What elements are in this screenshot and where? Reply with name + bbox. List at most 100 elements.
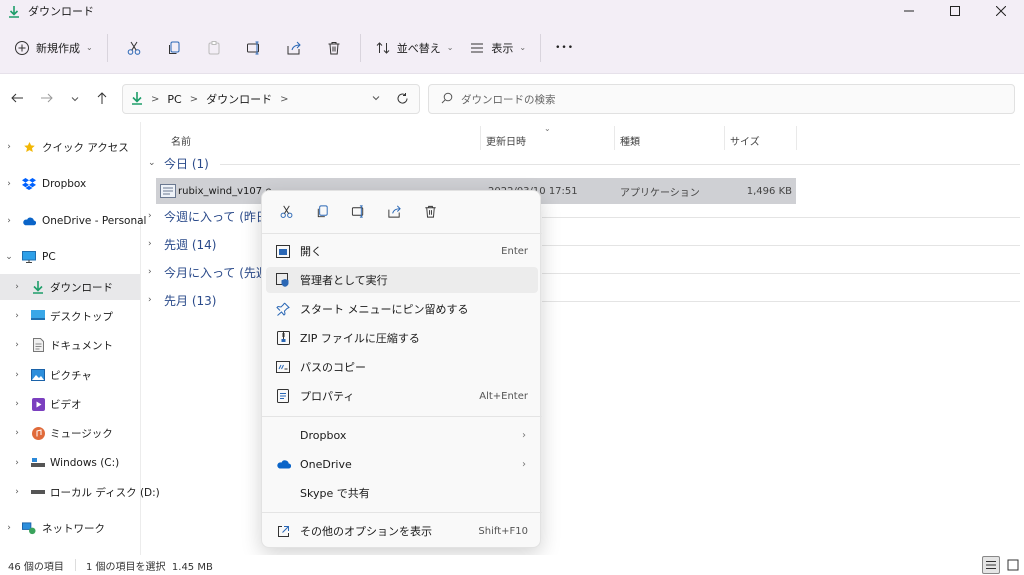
address-history-button[interactable] (371, 93, 381, 106)
column-header-size[interactable]: サイズ (730, 128, 760, 152)
group-header-last-week[interactable]: › 先週 (14) (148, 234, 216, 254)
sidebar-item-onedrive[interactable]: › OneDrive - Personal (0, 208, 146, 234)
collapse-chevron-icon[interactable]: ⌄ (4, 252, 14, 262)
sidebar-item-quick-access[interactable]: › クイック アクセス (0, 134, 141, 160)
sort-button[interactable]: 並べ替え ⌄ (367, 31, 462, 65)
context-cut-button[interactable] (268, 199, 304, 227)
column-header-date[interactable]: 更新日時 (486, 128, 526, 152)
sidebar-item-pc[interactable]: ⌄ PC (0, 244, 141, 270)
copy-icon (315, 204, 330, 222)
more-options-button[interactable]: ••• (547, 31, 582, 65)
column-divider[interactable] (724, 126, 725, 150)
menu-item-pin-to-start[interactable]: スタート メニューにピン留めする (266, 296, 538, 322)
expand-chevron-icon[interactable]: › (4, 216, 14, 226)
search-placeholder: ダウンロードの検索 (461, 93, 556, 106)
menu-item-share-skype[interactable]: Skype で共有 (266, 480, 538, 506)
group-header-this-week[interactable]: › 今週に入って (昨日 (148, 206, 268, 226)
expand-chevron-icon[interactable]: › (4, 523, 14, 533)
group-header-this-month[interactable]: › 今月に入って (先週 (148, 262, 268, 282)
details-view-button[interactable] (982, 556, 1000, 574)
expand-chevron-icon[interactable]: › (12, 340, 22, 350)
group-header-today[interactable]: ⌄ 今日 (1) (148, 153, 209, 173)
expand-chevron-icon[interactable]: › (12, 370, 22, 380)
close-button[interactable] (978, 0, 1024, 22)
sidebar-item-label: デスクトップ (50, 310, 113, 323)
context-share-button[interactable] (376, 199, 412, 227)
search-input[interactable]: ダウンロードの検索 (428, 84, 1015, 114)
sidebar-item-local-disk-d[interactable]: › ローカル ディスク (D:) (0, 479, 160, 505)
back-button[interactable] (8, 91, 26, 109)
context-rename-button[interactable] (340, 199, 376, 227)
group-header-last-month[interactable]: › 先月 (13) (148, 290, 216, 310)
sidebar-item-network[interactable]: › ネットワーク (0, 515, 141, 541)
menu-item-label: パスのコピー (300, 361, 366, 374)
minimize-button[interactable] (886, 0, 932, 22)
search-icon (441, 92, 453, 107)
forward-button[interactable] (38, 91, 56, 109)
paste-button[interactable] (194, 31, 234, 65)
sidebar-item-videos[interactable]: › ビデオ (0, 391, 141, 417)
menu-item-open[interactable]: 開く Enter (266, 238, 538, 264)
monitor-icon (22, 250, 36, 264)
menu-item-label: ZIP ファイルに圧縮する (300, 332, 420, 345)
column-header-name[interactable]: 名前 (171, 128, 191, 152)
sidebar-item-downloads[interactable]: › ダウンロード (0, 274, 140, 300)
column-divider[interactable] (480, 126, 481, 150)
delete-button[interactable] (314, 31, 354, 65)
view-button-label: 表示 (491, 41, 514, 55)
expand-chevron-icon[interactable]: › (12, 311, 22, 321)
expand-chevron-icon[interactable]: › (12, 458, 22, 468)
recent-locations-button[interactable] (66, 91, 84, 109)
sidebar-item-windows-c[interactable]: › Windows (C:) (0, 450, 141, 476)
onedrive-cloud-icon (22, 214, 36, 228)
expand-chevron-icon[interactable]: › (12, 399, 22, 409)
external-options-icon (274, 522, 292, 540)
menu-item-copy-path[interactable]: パスのコピー (266, 354, 538, 380)
menu-item-dropbox[interactable]: Dropbox › (266, 422, 538, 448)
breadcrumb-downloads[interactable]: ダウンロード (206, 91, 272, 107)
expand-chevron-icon[interactable]: › (12, 487, 22, 497)
menu-item-run-as-admin[interactable]: 管理者として実行 (266, 267, 538, 293)
menu-item-label: スタート メニューにピン留めする (300, 303, 469, 316)
drive-icon (31, 485, 45, 499)
copy-button[interactable] (154, 31, 194, 65)
sidebar-item-music[interactable]: › ミュージック (0, 420, 141, 446)
menu-item-onedrive[interactable]: OneDrive › (266, 451, 538, 477)
context-copy-button[interactable] (304, 199, 340, 227)
document-icon (31, 338, 45, 352)
expand-chevron-icon[interactable]: › (12, 282, 22, 292)
new-button[interactable]: 新規作成 ⌄ (6, 31, 101, 65)
sidebar-item-documents[interactable]: › ドキュメント (0, 332, 141, 358)
collapse-chevron-icon: ⌄ (148, 158, 156, 168)
sidebar-item-dropbox[interactable]: › Dropbox (0, 171, 141, 197)
breadcrumb-separator: > (151, 93, 160, 105)
menu-item-properties[interactable]: プロパティ Alt+Enter (266, 383, 538, 409)
rename-button[interactable] (234, 31, 274, 65)
expand-chevron-icon[interactable]: › (4, 142, 14, 152)
maximize-button[interactable] (932, 0, 978, 22)
breadcrumb-pc[interactable]: PC (167, 93, 181, 106)
cut-button[interactable] (114, 31, 154, 65)
menu-item-shortcut: Enter (501, 245, 528, 257)
column-divider[interactable] (796, 126, 797, 150)
sidebar-item-label: ネットワーク (42, 522, 105, 535)
tiles-view-button[interactable] (1004, 556, 1022, 574)
menu-item-more-options[interactable]: その他のオプションを表示 Shift+F10 (266, 518, 538, 544)
expand-chevron-icon[interactable]: › (4, 179, 14, 189)
share-button[interactable] (274, 31, 314, 65)
column-divider[interactable] (614, 126, 615, 150)
context-delete-button[interactable] (412, 199, 448, 227)
sidebar-item-desktop[interactable]: › デスクトップ (0, 303, 141, 329)
sidebar-item-label: ピクチャ (50, 369, 92, 382)
sort-button-label: 並べ替え (396, 41, 441, 55)
file-size: 1,496 KB (746, 185, 792, 197)
up-button[interactable] (93, 91, 111, 109)
refresh-icon[interactable] (396, 92, 409, 108)
view-button[interactable]: 表示 ⌄ (461, 31, 534, 65)
new-button-label: 新規作成 (36, 41, 80, 55)
menu-item-compress-zip[interactable]: ZIP ファイルに圧縮する (266, 325, 538, 351)
column-header-type[interactable]: 種類 (620, 128, 640, 152)
expand-chevron-icon[interactable]: › (12, 428, 22, 438)
sidebar-item-pictures[interactable]: › ピクチャ (0, 362, 141, 388)
address-bar[interactable]: > PC > ダウンロード > (122, 84, 420, 114)
